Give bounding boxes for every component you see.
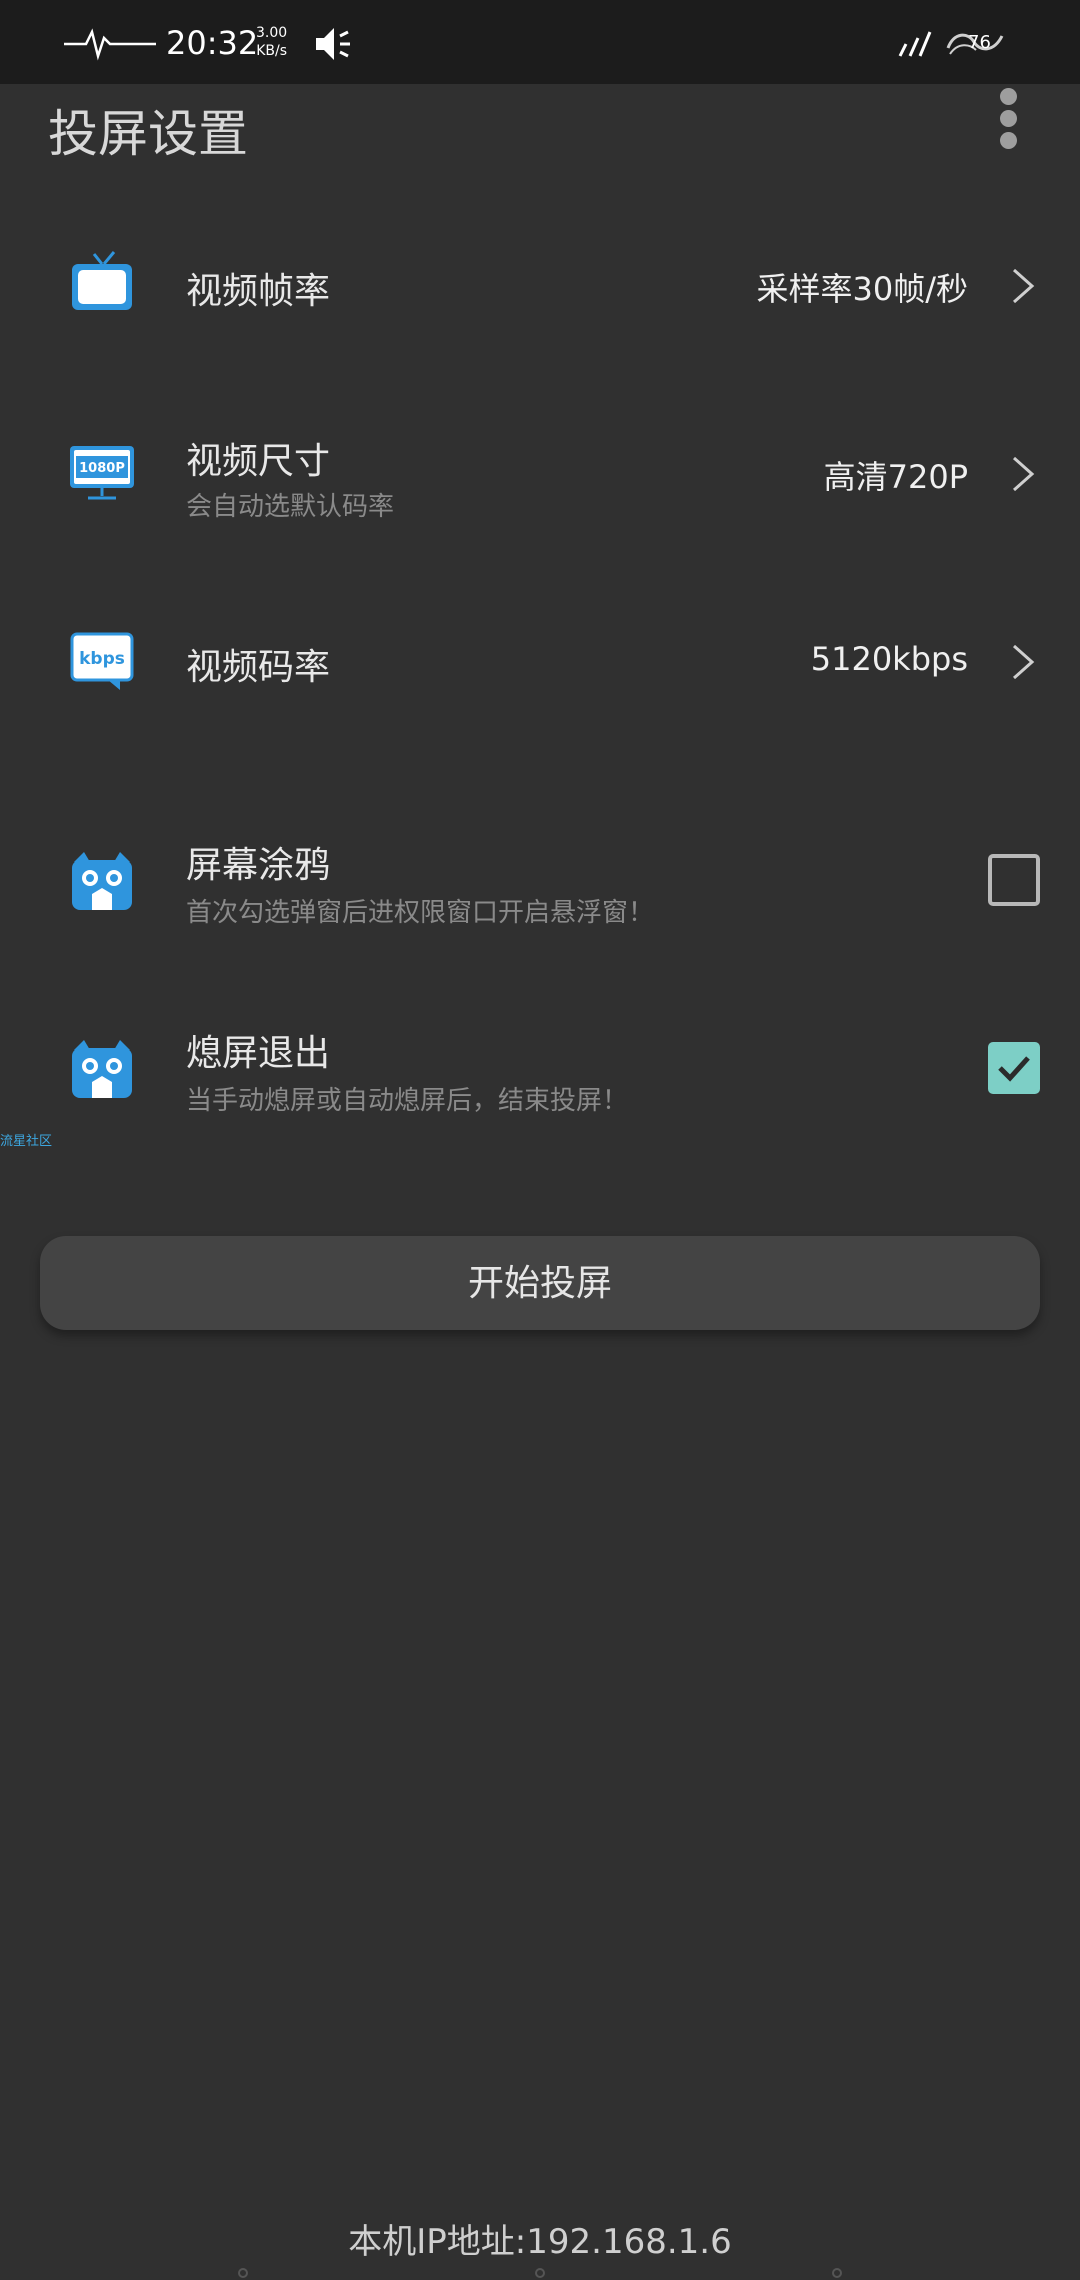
monitor-1080p-text: 1080P (79, 461, 125, 476)
app-header: 投屏设置 (0, 84, 1080, 214)
mascot-icon (72, 852, 132, 910)
network-speed-value: 3.00 (256, 25, 288, 41)
watermark-text: 流星社区 (0, 1134, 53, 1149)
nav-bar (0, 2268, 1080, 2280)
page-title: 投屏设置 (48, 105, 248, 163)
graffiti-title: 屏幕涂鸦 (186, 845, 331, 886)
more-vertical-icon[interactable] (990, 88, 1026, 158)
screen-off-exit-title: 熄屏退出 (186, 1033, 331, 1074)
setting-frame-rate[interactable]: 视频帧率 采样率30帧/秒 (0, 212, 1080, 362)
graffiti-checkbox[interactable] (988, 854, 1040, 906)
screen-off-exit-checkbox[interactable] (988, 1042, 1040, 1094)
network-speed: 3.00 KB/s (256, 24, 287, 60)
screen-off-exit-subtitle: 当手动熄屏或自动熄屏后，结束投屏！ (186, 1086, 629, 1116)
mascot-icon (72, 1040, 132, 1098)
video-size-subtitle: 会自动选默认码率 (186, 492, 395, 522)
setting-bitrate[interactable]: kbps 视频码率 5120kbps (0, 588, 1080, 738)
monitor-1080p-icon: 1080P (70, 446, 134, 500)
speaker-icon (316, 28, 350, 60)
video-size-title: 视频尺寸 (186, 441, 331, 482)
status-time: 20:32 (166, 24, 259, 62)
nav-dot (238, 2268, 248, 2278)
setting-screen-off-exit[interactable]: 熄屏退出 当手动熄屏或自动熄屏后，结束投屏！ (0, 994, 1080, 1144)
video-size-value: 高清720P (823, 458, 968, 496)
heartbeat-icon (64, 28, 156, 61)
start-cast-button[interactable]: 开始投屏 (40, 1236, 1040, 1330)
signal-icon (898, 31, 932, 57)
network-speed-unit: KB/s (256, 43, 287, 59)
battery-level: 76 (968, 32, 991, 53)
ip-address-label: 本机IP地址:192.168.1.6 (348, 2222, 732, 2262)
setting-video-size[interactable]: 1080P 视频尺寸 会自动选默认码率 高清720P (0, 400, 1080, 550)
chevron-right-icon (1013, 644, 1035, 680)
nav-dot (832, 2268, 842, 2278)
kbps-icon-text: kbps (79, 649, 125, 669)
bitrate-title: 视频码率 (186, 647, 331, 688)
checkmark-icon (998, 1056, 1030, 1082)
tv-icon (72, 251, 132, 310)
setting-graffiti[interactable]: 屏幕涂鸦 首次勾选弹窗后进权限窗口开启悬浮窗！ (0, 806, 1080, 956)
chevron-right-icon (1013, 268, 1035, 304)
chevron-right-icon (1013, 456, 1035, 492)
kbps-icon: kbps (70, 632, 134, 690)
frame-rate-title: 视频帧率 (186, 271, 331, 312)
graffiti-subtitle: 首次勾选弹窗后进权限窗口开启悬浮窗！ (186, 898, 655, 928)
bitrate-value: 5120kbps (810, 640, 968, 678)
frame-rate-value: 采样率30帧/秒 (756, 270, 968, 308)
nav-dot (535, 2268, 545, 2278)
status-bar: 20:32 3.00 KB/s 76 (0, 0, 1080, 84)
